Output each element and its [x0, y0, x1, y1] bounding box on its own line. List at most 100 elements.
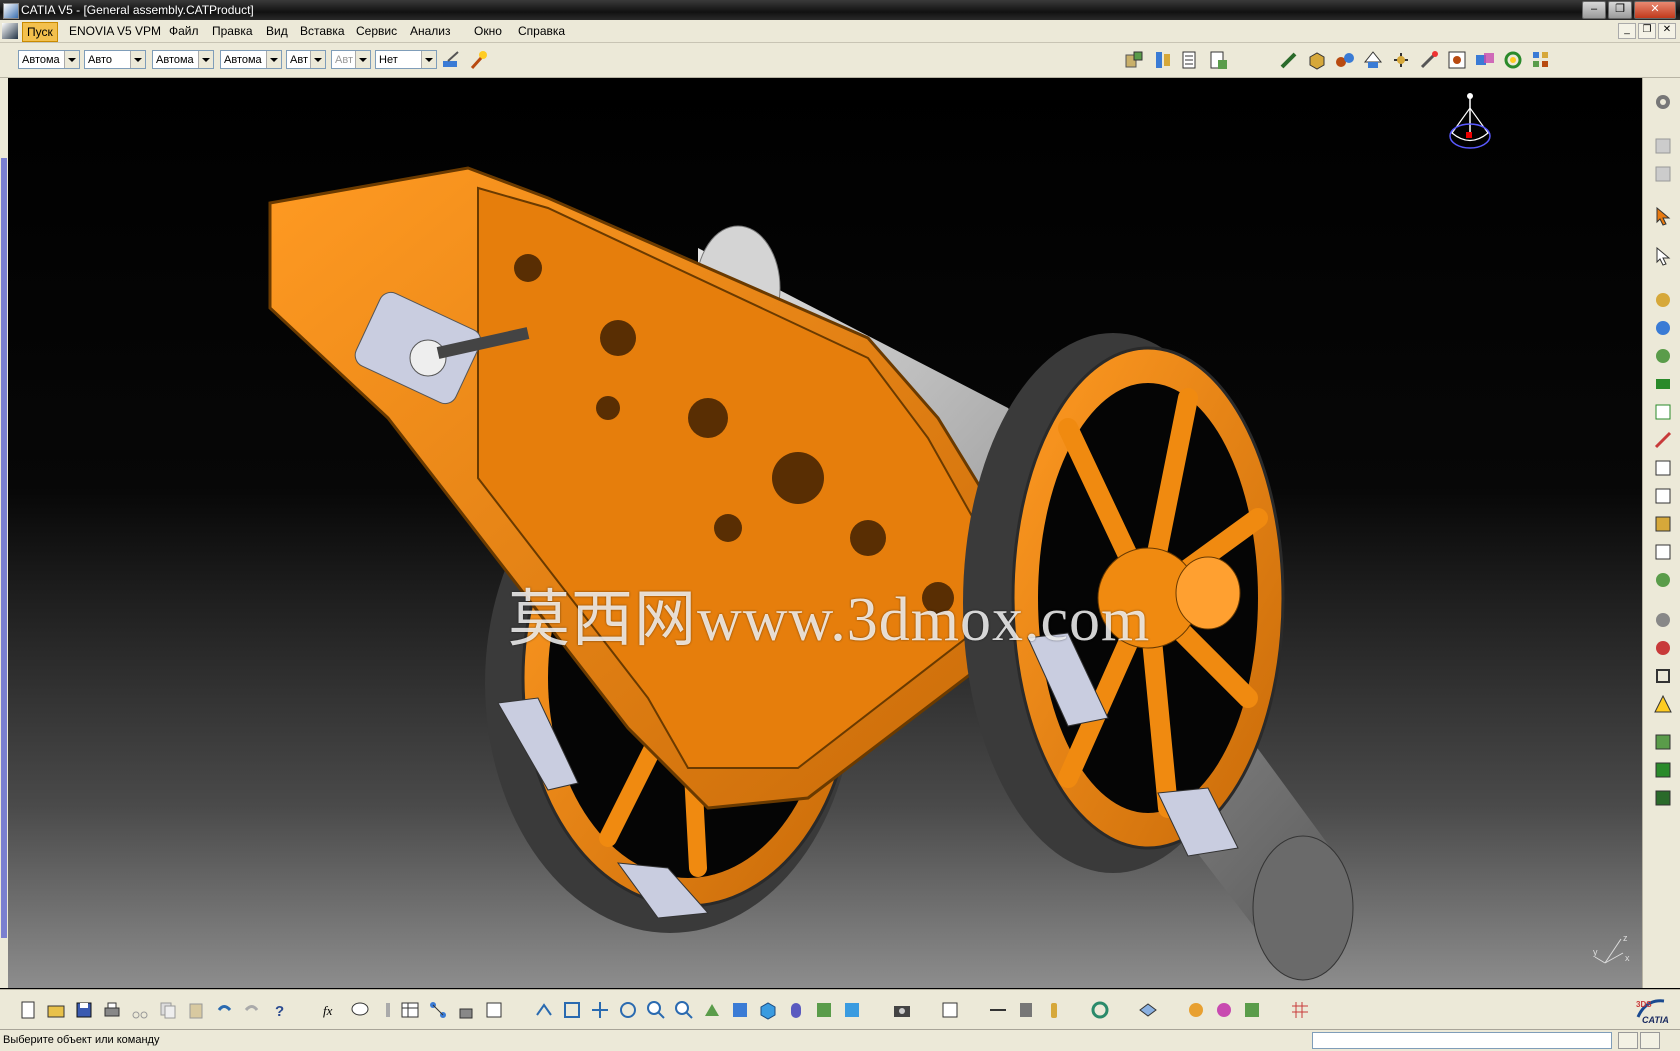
- paste-icon[interactable]: [186, 1000, 206, 1020]
- menu-file[interactable]: Файл: [169, 24, 199, 38]
- explode-icon[interactable]: [1446, 49, 1468, 71]
- bill-of-material-icon[interactable]: [1208, 49, 1230, 71]
- move-component-icon[interactable]: [1362, 49, 1384, 71]
- rotate-icon[interactable]: [618, 1000, 638, 1020]
- split-icon[interactable]: [1653, 430, 1673, 450]
- new-document-icon[interactable]: [18, 1000, 38, 1020]
- angle-constraint-icon[interactable]: [1653, 402, 1673, 422]
- menu-analyze[interactable]: Анализ: [410, 24, 451, 38]
- sketch-pencil-icon[interactable]: [1278, 49, 1300, 71]
- menu-start[interactable]: Пуск: [22, 22, 58, 42]
- copy-icon[interactable]: [158, 1000, 178, 1020]
- save-icon[interactable]: [74, 1000, 94, 1020]
- scroll-thumb[interactable]: [1, 158, 7, 938]
- zoom-out-icon[interactable]: [674, 1000, 694, 1020]
- selection-mode-icon[interactable]: [1653, 246, 1673, 266]
- catalog-icon[interactable]: [1530, 49, 1552, 71]
- menu-window[interactable]: Окно: [474, 24, 502, 38]
- snap-icon[interactable]: [1418, 49, 1440, 71]
- shading-icon[interactable]: [786, 1000, 806, 1020]
- reuse-pattern-icon[interactable]: [1653, 458, 1673, 478]
- render-icon[interactable]: [1214, 1000, 1234, 1020]
- material-icon[interactable]: [1186, 1000, 1206, 1020]
- command-input[interactable]: [1312, 1032, 1612, 1049]
- combo-graphic-4[interactable]: Автома: [220, 50, 282, 69]
- redo-icon[interactable]: [242, 1000, 262, 1020]
- menu-edit[interactable]: Правка: [212, 24, 253, 38]
- annotation-text-icon[interactable]: [1653, 486, 1673, 506]
- close-button[interactable]: ✕: [1634, 1, 1676, 19]
- comment-icon[interactable]: [350, 1000, 370, 1020]
- maximize-button[interactable]: ❐: [1608, 1, 1632, 19]
- knowledge-icon[interactable]: [378, 1000, 398, 1020]
- status-button-1[interactable]: [1618, 1032, 1638, 1049]
- measure-item-icon[interactable]: [1653, 638, 1673, 658]
- catalog-tools-icon[interactable]: [940, 1000, 960, 1020]
- dropdown-arrow-icon[interactable]: [310, 51, 325, 68]
- scene-icon[interactable]: [1653, 570, 1673, 590]
- undo-icon[interactable]: [214, 1000, 234, 1020]
- dropdown-arrow-icon[interactable]: [198, 51, 213, 68]
- menu-help[interactable]: Справка: [518, 24, 565, 38]
- dropdown-arrow-icon[interactable]: [130, 51, 145, 68]
- coincidence-constraint-icon[interactable]: [1653, 318, 1673, 338]
- network-icon[interactable]: [428, 1000, 448, 1020]
- components-icon[interactable]: [1334, 49, 1356, 71]
- doc-close-button[interactable]: ✕: [1658, 23, 1676, 39]
- status-button-2[interactable]: [1640, 1032, 1660, 1049]
- section-icon[interactable]: [1016, 1000, 1036, 1020]
- cut-icon[interactable]: [130, 1000, 150, 1020]
- swap-visible-space-icon[interactable]: [842, 1000, 862, 1020]
- fix-constraint-icon[interactable]: [1653, 290, 1673, 310]
- measure-inertia-icon[interactable]: [1653, 666, 1673, 686]
- catia-app-icon[interactable]: [3, 3, 19, 19]
- vertical-scrollbar[interactable]: [0, 78, 8, 988]
- cannon-model-render[interactable]: [8, 78, 1642, 988]
- select-arrow-icon[interactable]: [1653, 206, 1673, 226]
- document-icon[interactable]: [2, 23, 18, 39]
- open-folder-icon[interactable]: [46, 1000, 66, 1020]
- grid-icon[interactable]: [1290, 1000, 1310, 1020]
- dropdown-arrow-icon[interactable]: [421, 51, 436, 68]
- compass-icon[interactable]: [1440, 88, 1500, 168]
- gear-icon[interactable]: [1653, 92, 1673, 112]
- assembly-constraint-icon[interactable]: [1152, 49, 1174, 71]
- parameters-icon[interactable]: [484, 1000, 504, 1020]
- combo-graphic-1[interactable]: Автома: [18, 50, 80, 69]
- fit-all-in-icon[interactable]: [562, 1000, 582, 1020]
- clash-icon[interactable]: [1653, 694, 1673, 714]
- whats-this-help-icon[interactable]: ?: [272, 1000, 292, 1020]
- product-structure-icon[interactable]: [1124, 49, 1146, 71]
- multi-view-icon[interactable]: [730, 1000, 750, 1020]
- distance-analysis-icon[interactable]: [988, 1000, 1008, 1020]
- combo-graphic-2[interactable]: Авто: [84, 50, 146, 69]
- generate-numbering-icon[interactable]: [1653, 788, 1673, 808]
- clash-detection-icon[interactable]: [1474, 49, 1496, 71]
- combo-graphic-7[interactable]: Нет: [375, 50, 437, 69]
- menu-tools[interactable]: Сервис: [356, 24, 397, 38]
- normal-view-icon[interactable]: [702, 1000, 722, 1020]
- isometric-view-icon[interactable]: [758, 1000, 778, 1020]
- weld-icon[interactable]: [1653, 542, 1673, 562]
- print-icon[interactable]: [102, 1000, 122, 1020]
- lock-icon[interactable]: [456, 1000, 476, 1020]
- update-icon[interactable]: [1502, 49, 1524, 71]
- catalog-browser-icon[interactable]: [1653, 760, 1673, 780]
- menu-view[interactable]: Вид: [266, 24, 288, 38]
- dropdown-arrow-icon[interactable]: [64, 51, 79, 68]
- menu-enovia[interactable]: ENOVIA V5 VPM: [69, 24, 161, 38]
- paint-brush-icon[interactable]: [440, 49, 462, 71]
- menu-insert[interactable]: Вставка: [300, 24, 345, 38]
- tree-list-icon[interactable]: [1180, 49, 1202, 71]
- part-body-icon[interactable]: [1306, 49, 1328, 71]
- combo-graphic-3[interactable]: Автома: [152, 50, 214, 69]
- manipulation-icon[interactable]: [1390, 49, 1412, 71]
- bottle-icon[interactable]: [1044, 1000, 1064, 1020]
- hide-show-icon[interactable]: [814, 1000, 834, 1020]
- layer-icon[interactable]: [1138, 1000, 1158, 1020]
- minimize-button[interactable]: –: [1582, 1, 1606, 19]
- formula-icon[interactable]: fx: [322, 1000, 342, 1020]
- capture-camera-icon[interactable]: [892, 1000, 912, 1020]
- table-icon[interactable]: [400, 1000, 420, 1020]
- publication-icon[interactable]: [1653, 732, 1673, 752]
